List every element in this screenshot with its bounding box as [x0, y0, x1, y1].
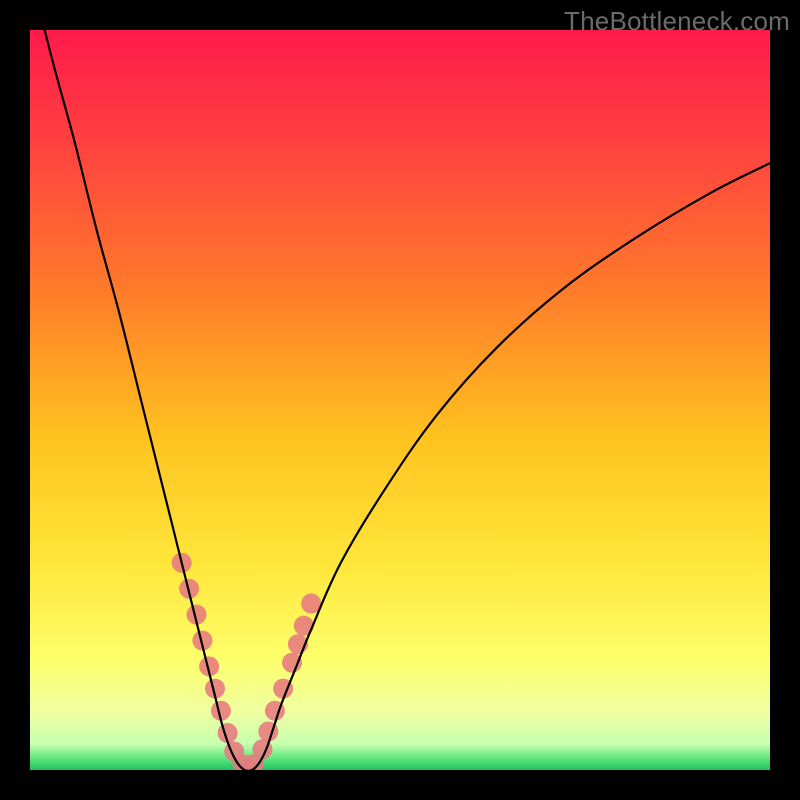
plot-area	[30, 30, 770, 770]
curve-layer	[30, 30, 770, 770]
chart-frame: TheBottleneck.com	[0, 0, 800, 800]
bottleneck-curve	[30, 30, 770, 770]
watermark-text: TheBottleneck.com	[564, 6, 790, 37]
